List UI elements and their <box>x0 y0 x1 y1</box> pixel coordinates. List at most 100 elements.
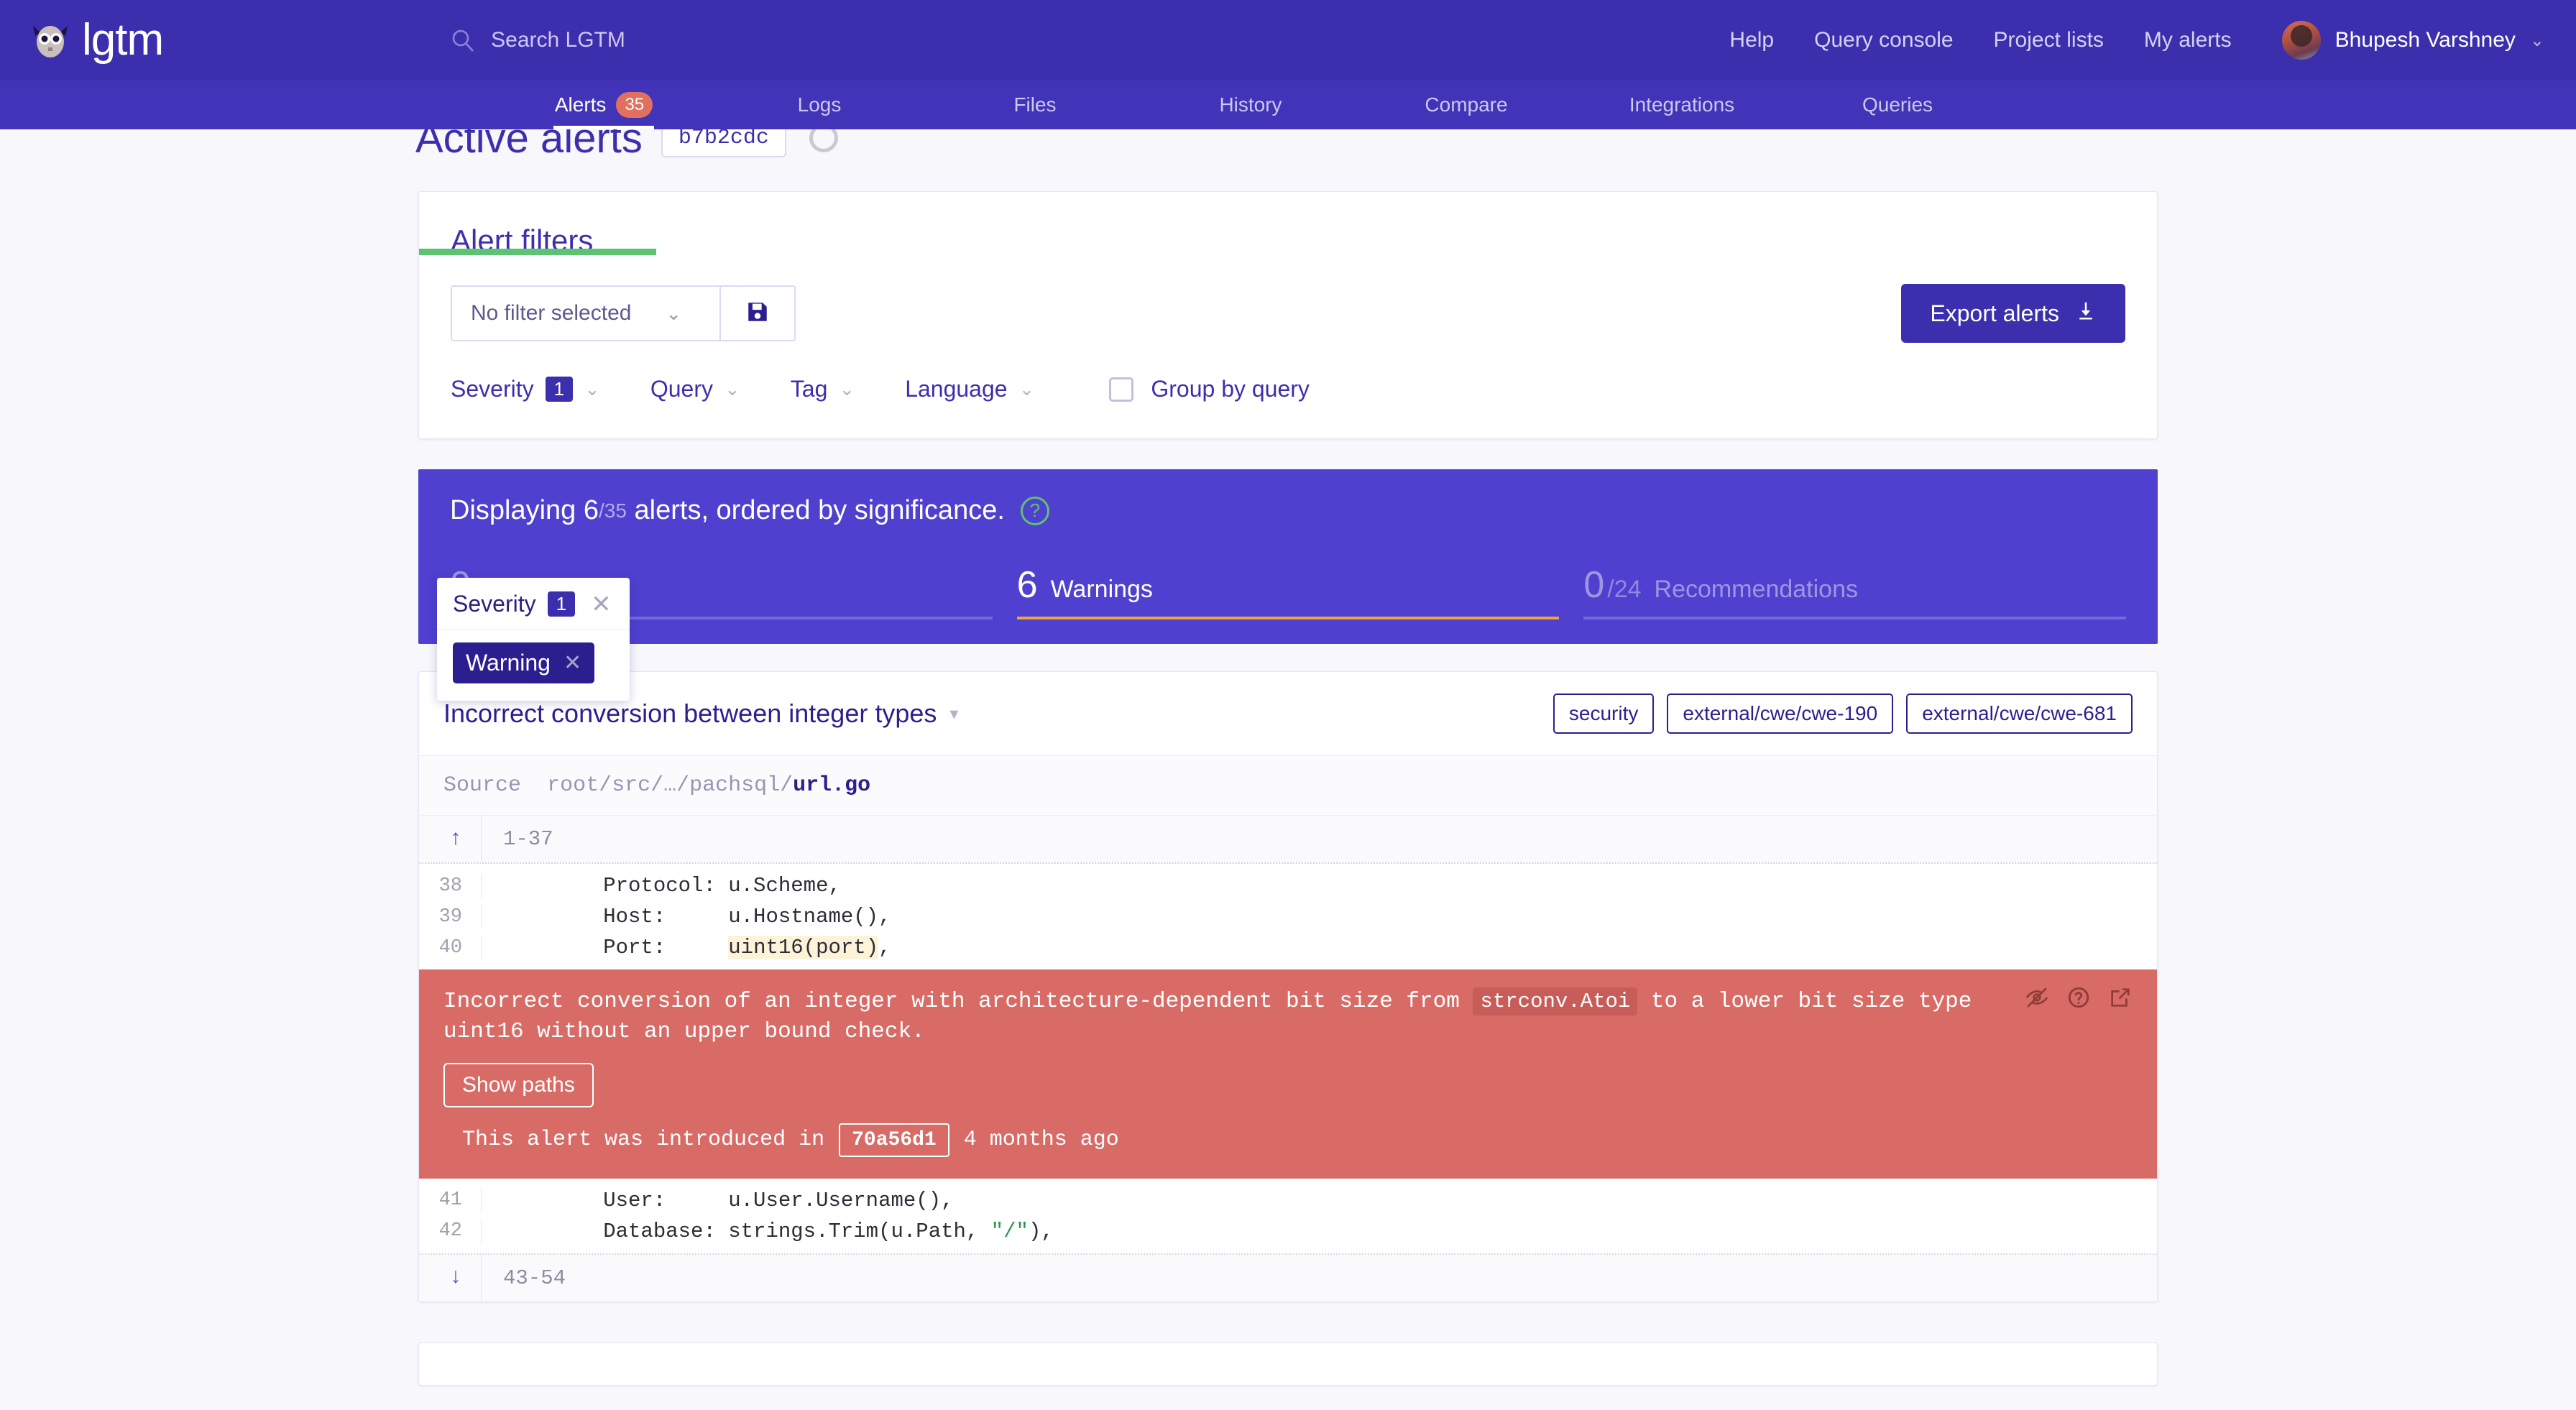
filter-dropdown-severity[interactable]: Severity 1 ⌄ <box>451 376 600 402</box>
line-code: Host: u.Hostname(), <box>481 905 2157 929</box>
fold-down-arrow-icon[interactable]: ↓ <box>419 1266 481 1290</box>
nav-help[interactable]: Help <box>1729 28 1774 52</box>
filter-dropdown-tag[interactable]: Tag ⌄ <box>791 376 855 402</box>
search-area[interactable] <box>451 28 794 52</box>
code-line: 38 Protocol: u.Scheme, <box>419 864 2157 901</box>
severity-popup-title: Severity <box>453 591 536 617</box>
line-code-pre: Port: <box>503 936 729 959</box>
nav-my-alerts[interactable]: My alerts <box>2144 28 2232 52</box>
chevron-down-icon: ⌄ <box>1018 378 1035 400</box>
saved-filter-select[interactable]: No filter selected ⌄ <box>452 287 719 340</box>
question-circle-icon[interactable]: ? <box>1020 496 1049 525</box>
source-file[interactable]: url.go <box>793 773 870 798</box>
close-icon[interactable]: ✕ <box>591 592 612 617</box>
filter-dropdown-language[interactable]: Language ⌄ <box>905 376 1034 402</box>
stat-recommendations-label: Recommendations <box>1654 576 1859 603</box>
user-menu[interactable]: Bhupesh Varshney ⌄ <box>2281 21 2544 60</box>
save-filter-button[interactable] <box>719 287 794 340</box>
download-icon <box>2075 300 2097 327</box>
line-code-highlight: uint16(port) <box>728 936 879 959</box>
search-icon <box>451 28 475 52</box>
stat-warnings-label: Warnings <box>1050 576 1153 603</box>
page-body: Active alerts b7b2cdc Alert filters No f… <box>0 115 2576 1386</box>
line-number: 41 <box>438 1189 462 1212</box>
next-alert-card-partial <box>418 1342 2158 1386</box>
fold-top-range: 1-37 <box>481 816 2157 862</box>
question-circle-icon[interactable] <box>2066 985 2091 1010</box>
code-line: 41 User: u.User.Username(), <box>419 1179 2157 1216</box>
tab-logs-label: Logs <box>797 93 842 116</box>
brand-name: lgtm <box>82 15 164 65</box>
chevron-down-icon[interactable]: ▾ <box>949 704 958 724</box>
severity-chip-warning[interactable]: Warning ✕ <box>453 642 595 683</box>
fold-up-arrow-icon[interactable]: ↑ <box>419 827 481 852</box>
line-code: Database: strings.Trim(u.Path, "/"), <box>481 1219 2157 1243</box>
alert-tag[interactable]: external/cwe/cwe-190 <box>1667 694 1894 734</box>
stat-recommendations[interactable]: 0 /24 Recommendations <box>1583 563 2127 619</box>
stat-warnings-count: 6 <box>1016 564 1038 606</box>
show-paths-button[interactable]: Show paths <box>443 1062 594 1107</box>
introduced-commit-badge[interactable]: 70a56d1 <box>839 1123 949 1157</box>
filters-top-row: No filter selected ⌄ Export alerts <box>451 284 2125 343</box>
alert-source-path: Source root/src/…/pachsql/url.go <box>419 755 2157 816</box>
severity-popup-header: Severity 1 ✕ <box>437 578 630 630</box>
line-number: 40 <box>438 936 462 959</box>
tab-integrations-label: Integrations <box>1629 93 1735 116</box>
tab-logs[interactable]: Logs <box>712 80 927 129</box>
nav-query-console[interactable]: Query console <box>1814 28 1953 52</box>
tab-files[interactable]: Files <box>927 80 1143 129</box>
top-header-bar: lgtm Help Query console Project lists My… <box>0 0 2576 80</box>
tab-files-label: Files <box>1013 93 1057 116</box>
displaying-total-count: /35 <box>599 499 627 522</box>
title-accent-underline <box>419 249 656 255</box>
export-alerts-button[interactable]: Export alerts <box>1901 284 2125 343</box>
code-line: 42 Database: strings.Trim(u.Path, "/"), <box>419 1216 2157 1255</box>
code-line: 39 Host: u.Hostname(), <box>419 901 2157 932</box>
search-input[interactable] <box>491 28 794 52</box>
tab-compare-label: Compare <box>1425 93 1508 116</box>
code-fold-top[interactable]: ↑ 1-37 <box>419 816 2157 864</box>
avatar <box>2281 21 2321 60</box>
severity-popup-body: Warning ✕ <box>437 630 630 701</box>
displaying-banner: Displaying 6 /35 alerts, ordered by sign… <box>418 469 2158 644</box>
tab-alerts-label: Alerts <box>554 93 607 116</box>
brand-logo[interactable]: lgtm <box>29 15 164 65</box>
filter-tag-label: Tag <box>790 376 828 402</box>
eye-off-icon[interactable] <box>2025 985 2049 1010</box>
owl-logo-icon <box>29 22 72 59</box>
saved-filter-value: No filter selected <box>471 301 632 325</box>
primary-tab-bar: Alerts 35 Logs Files History Compare Int… <box>0 80 2576 129</box>
line-number: 38 <box>438 875 462 897</box>
filter-dropdown-query[interactable]: Query ⌄ <box>650 376 740 402</box>
close-icon[interactable]: ✕ <box>564 650 581 676</box>
chevron-down-icon[interactable]: ⌄ <box>2530 30 2544 51</box>
line-code: User: u.User.Username(), <box>481 1188 2157 1212</box>
chevron-down-icon: ⌄ <box>724 378 740 400</box>
tab-history[interactable]: History <box>1143 80 1358 129</box>
group-by-query-label: Group by query <box>1151 376 1310 402</box>
source-label: Source <box>443 773 522 798</box>
alert-tag[interactable]: security <box>1552 694 1655 734</box>
alert-query-title[interactable]: Incorrect conversion between integer typ… <box>443 699 937 729</box>
group-by-query-checkbox[interactable] <box>1109 377 1134 402</box>
stat-warnings[interactable]: 6 Warnings <box>1016 563 1560 619</box>
introduced-when: 4 months ago <box>963 1128 1119 1153</box>
chevron-down-icon: ⌄ <box>839 378 855 400</box>
external-link-icon[interactable] <box>2108 985 2133 1010</box>
nav-project-lists[interactable]: Project lists <box>1994 28 2104 52</box>
alert-message-box: Incorrect conversion of an integer with … <box>419 969 2157 1179</box>
alert-tag[interactable]: external/cwe/cwe-681 <box>1906 694 2133 734</box>
tab-queries[interactable]: Queries <box>1790 80 2005 129</box>
tab-integrations[interactable]: Integrations <box>1574 80 1790 129</box>
line-code: Port: uint16(port), <box>481 936 2157 959</box>
group-by-query-control[interactable]: Group by query <box>1109 376 1310 402</box>
chevron-down-icon: ⌄ <box>666 302 682 324</box>
filter-dropdown-row: Severity 1 ⌄ Query ⌄ Tag ⌄ Language ⌄ Gr… <box>451 376 2125 402</box>
line-code-post: ), <box>1028 1219 1054 1243</box>
alert-card-header: Incorrect conversion between integer typ… <box>419 672 2157 755</box>
tab-compare[interactable]: Compare <box>1358 80 1574 129</box>
tab-alerts[interactable]: Alerts 35 <box>496 80 712 129</box>
code-fold-bottom[interactable]: ↓ 43-54 <box>419 1254 2157 1301</box>
alert-message-text: Incorrect conversion of an integer with … <box>443 987 2133 1047</box>
source-dir: root/src/…/pachsql/ <box>547 773 794 798</box>
